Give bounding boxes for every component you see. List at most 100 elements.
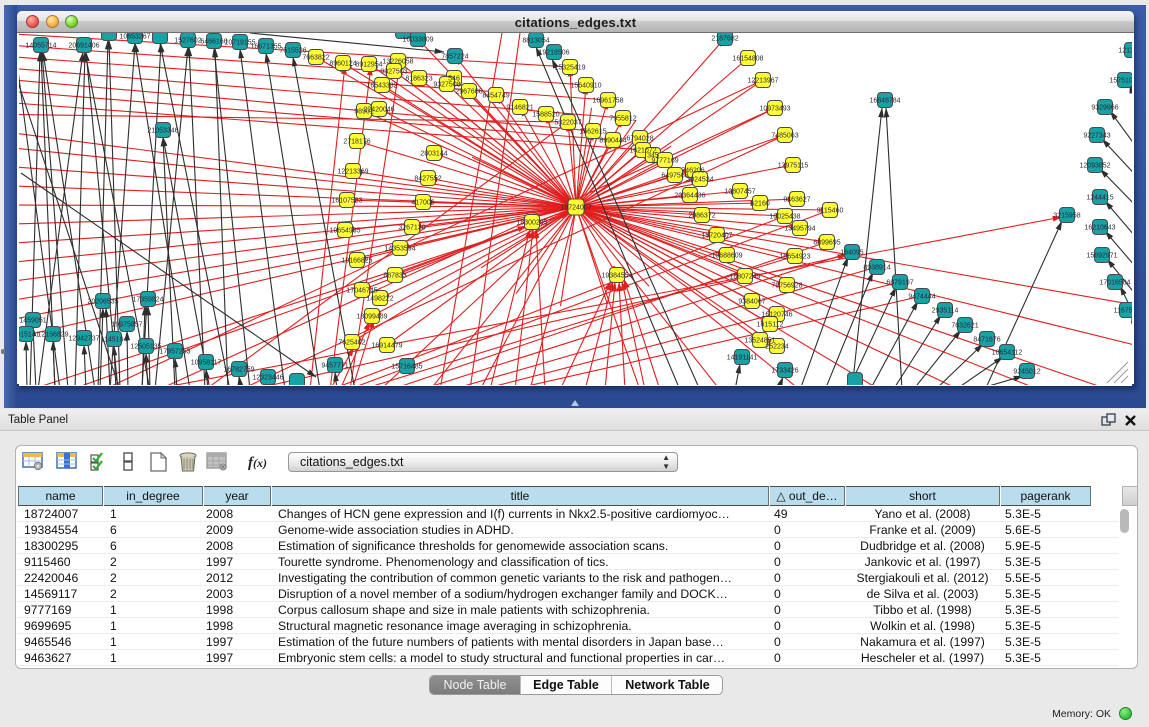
svg-text:9115460: 9115460 (817, 208, 844, 215)
svg-text:7625402: 7625402 (338, 340, 365, 347)
svg-text:8960124: 8960124 (329, 61, 356, 68)
svg-text:14191141: 14191141 (727, 355, 758, 362)
svg-text:19654923: 19654923 (779, 254, 810, 261)
svg-text:2187682: 2187682 (711, 36, 738, 43)
svg-text:252234: 252234 (765, 344, 788, 351)
svg-text:20364436: 20364436 (674, 193, 705, 200)
svg-text:19384554: 19384554 (601, 273, 632, 280)
svg-text:14353594: 14353594 (384, 246, 415, 253)
svg-text:887833: 887833 (383, 273, 406, 280)
svg-text:1145194: 1145194 (101, 337, 128, 344)
svg-text:2967608: 2967608 (455, 89, 482, 96)
svg-text:1527602: 1527602 (174, 38, 201, 45)
svg-text:15716485: 15716485 (391, 364, 422, 371)
svg-text:2718176: 2718176 (343, 139, 370, 146)
svg-text:21053346: 21053346 (147, 128, 178, 135)
svg-text:1212506: 1212506 (1118, 48, 1132, 55)
svg-text:19975857: 19975857 (111, 322, 142, 329)
svg-text:7857224: 7857224 (441, 54, 468, 61)
svg-text:18099489: 18099489 (356, 314, 387, 321)
svg-text:9384067: 9384067 (738, 299, 765, 306)
svg-text:5322037: 5322037 (554, 120, 581, 127)
svg-text:1733426: 1733426 (771, 368, 798, 375)
svg-text:8427552: 8427552 (414, 176, 441, 183)
svg-text:10654112: 10654112 (992, 350, 1023, 357)
svg-text:12505135: 12505135 (130, 344, 161, 351)
svg-text:20206535: 20206535 (87, 299, 118, 306)
svg-text:9227343: 9227343 (1083, 133, 1110, 140)
svg-text:3024534: 3024534 (686, 177, 713, 184)
svg-text:17046745: 17046745 (346, 288, 377, 295)
svg-text:12323446: 12323446 (252, 375, 283, 382)
svg-text:14055714: 14055714 (25, 43, 56, 50)
svg-text:8813054: 8813054 (522, 38, 549, 45)
svg-text:12093852: 12093852 (1079, 163, 1110, 170)
svg-text:9474444: 9474444 (908, 294, 935, 301)
svg-text:19166825: 19166825 (341, 258, 372, 265)
svg-text:12975115: 12975115 (778, 163, 809, 170)
svg-text:7515526: 7515526 (279, 48, 306, 55)
svg-text:16210643: 16210643 (1084, 225, 1115, 232)
svg-text:16782759: 16782759 (223, 367, 254, 374)
svg-text:417006: 417006 (411, 200, 434, 207)
svg-text:12213967: 12213967 (747, 78, 778, 85)
svg-text:1167534: 1167534 (1114, 308, 1132, 315)
svg-text:8454749: 8454749 (482, 93, 509, 100)
svg-text:10973493: 10973493 (759, 106, 790, 113)
svg-text:16120746: 16120746 (761, 312, 792, 319)
svg-text:6794028: 6794028 (626, 136, 653, 143)
svg-text:16154808: 16154808 (732, 56, 763, 63)
svg-text:2935114: 2935114 (932, 308, 959, 315)
svg-text:17359924: 17359924 (132, 297, 163, 304)
svg-text:16543382: 16543382 (366, 83, 397, 90)
svg-text:12213369: 12213369 (337, 169, 368, 176)
svg-text:6879197: 6879197 (886, 280, 913, 287)
svg-text:9146821: 9146821 (506, 105, 533, 112)
svg-text:17016504: 17016504 (1099, 280, 1130, 287)
svg-text:79756928: 79756928 (771, 283, 802, 290)
svg-text:1459051: 1459051 (19, 318, 46, 325)
svg-text:15751074: 15751074 (1109, 78, 1132, 85)
svg-text:10688609: 10688609 (711, 253, 742, 260)
svg-text:7632621: 7632621 (951, 323, 978, 330)
svg-text:16033809: 16033809 (402, 37, 433, 44)
svg-text:16107533: 16107533 (331, 198, 362, 205)
svg-text:10025438: 10025438 (769, 214, 800, 221)
svg-text:16914479: 16914479 (371, 343, 402, 350)
svg-text:8938914: 8938914 (863, 265, 890, 272)
svg-text:15325419: 15325419 (554, 65, 585, 72)
svg-text:13495794: 13495794 (784, 226, 815, 233)
svg-text:62160: 62160 (750, 201, 770, 208)
svg-text:18724007: 18724007 (560, 205, 591, 212)
svg-text:10958117: 10958117 (191, 360, 222, 367)
svg-text:6899695: 6899695 (813, 240, 840, 247)
svg-text:1562615: 1562615 (579, 129, 606, 136)
svg-text:12156829: 12156829 (37, 332, 68, 339)
svg-text:9327508: 9327508 (433, 82, 460, 89)
svg-text:20691406: 20691406 (68, 43, 99, 50)
svg-text:17957253: 17957253 (159, 349, 190, 356)
svg-text:16671355: 16671355 (250, 44, 281, 51)
svg-text:12942737: 12942737 (68, 336, 99, 343)
svg-text:15692971: 15692971 (1086, 253, 1117, 260)
svg-text:9327503: 9327503 (380, 69, 407, 76)
svg-text:9245012: 9245012 (1013, 369, 1040, 376)
svg-text:9457771: 9457771 (321, 363, 348, 370)
svg-text:10653267: 10653267 (119, 34, 150, 41)
svg-text:16961758: 16961758 (592, 98, 623, 105)
svg-text:9463627: 9463627 (783, 197, 810, 204)
svg-text:3267130: 3267130 (398, 225, 425, 232)
svg-text:19218506: 19218506 (538, 50, 569, 57)
svg-text:2986372: 2986372 (688, 213, 715, 220)
svg-text:9329966: 9329966 (1091, 105, 1118, 112)
svg-text:7955812: 7955812 (609, 116, 636, 123)
svg-text:7485063: 7485063 (771, 133, 798, 140)
svg-text:7663822: 7663822 (302, 55, 329, 62)
svg-text:19654935: 19654935 (329, 228, 360, 235)
svg-text:1498222: 1498222 (366, 296, 393, 303)
svg-text:1588520: 1588520 (532, 112, 559, 119)
svg-text:10807457: 10807457 (724, 189, 755, 196)
svg-text:1244415: 1244415 (1086, 195, 1113, 202)
svg-text:98901: 98901 (354, 109, 374, 116)
svg-text:746206: 746206 (681, 168, 704, 175)
